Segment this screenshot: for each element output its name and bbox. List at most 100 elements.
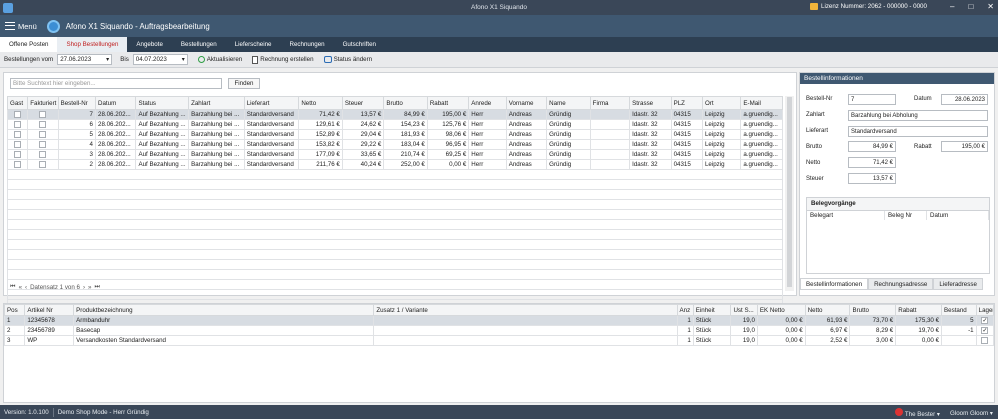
column-header[interactable]: Lieferart	[243, 96, 300, 110]
table-row[interactable]: 2 23456789 Basecap 1 Stück 19,0 0,00 €6,97 €8,…	[3, 325, 995, 336]
tab-offene-posten[interactable]: Offene Posten	[0, 37, 58, 52]
column-header[interactable]: Zahlart	[188, 96, 245, 110]
table-row[interactable]: 1 12345678 Armbanduhr 1 Stück 19,0 0,00 €61,93…	[3, 315, 995, 326]
table-row[interactable]: 7 28.06.202... Auf Bezahlung ... Barzahlung…	[6, 109, 783, 120]
last-record-icon[interactable]: ⏭	[94, 283, 100, 291]
gast-checkbox[interactable]	[14, 160, 22, 168]
prev-page-icon[interactable]: «	[19, 284, 22, 291]
next-record-icon[interactable]: ›	[83, 284, 85, 291]
tab-lieferadresse[interactable]: Lieferadresse	[933, 278, 983, 290]
datum-field[interactable]: 28.06.2023	[941, 94, 988, 105]
table-row[interactable]: 6 28.06.202... Auf Bezahlung ... Barzahlung…	[6, 119, 783, 130]
column-header[interactable]: Name	[546, 96, 591, 110]
zahlart-field[interactable]: Barzahlung bei Abholung	[848, 110, 988, 121]
column-header[interactable]: Anz	[676, 304, 694, 316]
fakturiert-checkbox[interactable]	[39, 160, 47, 168]
column-header[interactable]: Vorname	[505, 96, 548, 110]
column-header[interactable]: Rabatt	[895, 304, 943, 316]
column-header[interactable]: Brutto	[383, 96, 428, 110]
vertical-scrollbar[interactable]	[785, 96, 794, 291]
fakturiert-checkbox[interactable]	[39, 150, 47, 158]
fakturiert-checkbox[interactable]	[39, 120, 47, 128]
column-header[interactable]: Lager	[975, 304, 995, 316]
cell-status: Auf Bezahlung ...	[135, 139, 190, 150]
column-header[interactable]: Steuer	[341, 96, 385, 110]
table-row[interactable]: 3 WP Versandkosten Standardversand 1 Stück 19…	[3, 335, 995, 346]
column-header[interactable]: PLZ	[670, 96, 703, 110]
bestellnr-field[interactable]: 7	[848, 94, 896, 105]
column-header[interactable]: Gast	[6, 96, 29, 110]
brutto-field[interactable]: 84,99 €	[848, 141, 896, 152]
tab-bestellungen[interactable]: Bestellungen	[172, 37, 226, 52]
column-header[interactable]: Bestand	[941, 304, 977, 316]
gast-checkbox[interactable]	[14, 120, 22, 128]
refresh-button[interactable]: Aktualisieren	[197, 56, 242, 63]
column-header[interactable]: Status	[135, 96, 190, 110]
belegvorgaenge-list[interactable]	[807, 220, 989, 273]
cell-rabatt: 0,00 €	[895, 335, 943, 346]
tab-rechnungen[interactable]: Rechnungen	[281, 37, 334, 52]
column-header[interactable]: Netto	[804, 304, 851, 316]
gast-checkbox[interactable]	[14, 140, 22, 148]
column-header[interactable]: Strasse	[629, 96, 672, 110]
beta-indicator[interactable]: The Bester ▾	[895, 408, 940, 418]
tab-gutschriften[interactable]: Gutschriften	[334, 37, 385, 52]
column-header[interactable]: Pos	[3, 304, 26, 316]
tab-rechnungsadresse[interactable]: Rechnungsadresse	[868, 278, 934, 290]
column-header[interactable]: Rabatt	[426, 96, 470, 110]
close-button[interactable]: ✕	[987, 2, 994, 11]
column-header[interactable]: Firma	[589, 96, 631, 110]
from-date-picker[interactable]: 27.06.2023 ▾	[57, 54, 113, 65]
fakturiert-checkbox[interactable]	[39, 140, 47, 148]
tab-angebote[interactable]: Angebote	[127, 37, 172, 52]
steuer-field[interactable]: 13,57 €	[848, 173, 896, 184]
column-header[interactable]: Artikel Nr	[24, 304, 75, 316]
user-menu[interactable]: Gloom Gloom ▾	[950, 410, 993, 417]
column-header[interactable]: Anrede	[468, 96, 507, 110]
netto-field[interactable]: 71,42 €	[848, 157, 896, 168]
rabatt-field[interactable]: 195,00 €	[941, 141, 988, 152]
change-status-button[interactable]: Status ändern	[323, 56, 372, 63]
table-row[interactable]: 3 28.06.202... Auf Bezahlung ... Barzahlung…	[6, 149, 783, 160]
column-header[interactable]: Einheit	[692, 304, 732, 316]
lager-checkbox[interactable]: ✓	[981, 326, 989, 334]
lager-checkbox[interactable]: ✓	[981, 316, 989, 324]
table-row[interactable]: 4 28.06.202... Auf Bezahlung ... Barzahlung…	[6, 139, 783, 150]
column-header[interactable]: EK Netto	[756, 304, 806, 316]
to-date-picker[interactable]: 04.07.2023 ▾	[132, 54, 188, 65]
tab-shop-bestellungen[interactable]: Shop Bestellungen	[57, 37, 128, 52]
next-page-icon[interactable]: »	[88, 284, 91, 291]
column-header[interactable]: Ust S...	[730, 304, 758, 316]
gast-checkbox[interactable]	[14, 110, 22, 118]
menu-button[interactable]: Menü	[5, 22, 37, 31]
column-header[interactable]: E-Mail	[740, 96, 783, 110]
column-header[interactable]: Zusatz 1 / Variante	[373, 304, 678, 316]
column-header[interactable]: Netto	[298, 96, 343, 110]
fakturiert-checkbox[interactable]	[39, 110, 47, 118]
column-header[interactable]: Ort	[701, 96, 742, 110]
prev-record-icon[interactable]: ‹	[25, 284, 27, 291]
tab-lieferscheine[interactable]: Lieferscheine	[226, 37, 281, 52]
column-header[interactable]: Bestell-Nr	[57, 96, 97, 110]
column-header[interactable]: Datum	[94, 96, 137, 110]
fakturiert-checkbox[interactable]	[39, 130, 47, 138]
lieferart-field[interactable]: Standardversand	[848, 126, 988, 137]
search-input[interactable]: Bitte Suchtext hier eingeben...	[10, 78, 222, 89]
lager-checkbox[interactable]	[981, 336, 989, 344]
minimize-button[interactable]: –	[950, 2, 954, 11]
find-button[interactable]: Finden	[228, 78, 260, 89]
scroll-thumb[interactable]	[787, 97, 792, 287]
cell-name: Gründig	[546, 129, 591, 140]
tab-bestellinformationen[interactable]: Bestellinformationen	[800, 278, 869, 290]
table-row[interactable]: 2 28.06.202... Auf Bezahlung ... Barzahlung…	[6, 159, 783, 170]
column-header[interactable]: Produktbezeichnung	[73, 304, 375, 316]
maximize-button[interactable]: □	[968, 2, 973, 11]
gast-checkbox[interactable]	[14, 150, 22, 158]
refresh-icon	[197, 56, 205, 63]
gast-checkbox[interactable]	[14, 130, 22, 138]
column-header[interactable]: Brutto	[849, 304, 897, 316]
table-row[interactable]: 5 28.06.202... Auf Bezahlung ... Barzahlung…	[6, 129, 783, 140]
first-record-icon[interactable]: ⏮	[10, 283, 16, 291]
create-invoice-button[interactable]: Rechnung erstellen	[252, 55, 314, 64]
column-header[interactable]: Fakturiert	[27, 96, 59, 110]
